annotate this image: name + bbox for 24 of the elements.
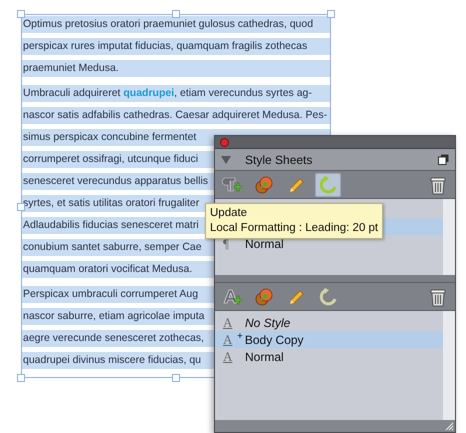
frame-handle[interactable]: [17, 374, 25, 382]
panel-title: Style Sheets: [245, 152, 312, 168]
frame-handle[interactable]: [17, 10, 25, 18]
curved-arrow-icon: [318, 286, 338, 306]
style-icon: A: [223, 330, 237, 350]
resize-grip-icon[interactable]: [445, 422, 454, 431]
curved-arrow-icon: [318, 174, 338, 194]
letter-plus-icon: [222, 286, 242, 306]
frame-handle[interactable]: [17, 203, 25, 211]
paragraph-plus-icon: [222, 174, 242, 194]
collapse-triangle-icon[interactable]: [221, 156, 231, 164]
panel-menu-icon[interactable]: [438, 154, 449, 165]
trash-icon: [429, 286, 447, 306]
update-button[interactable]: [315, 172, 341, 196]
circles-icon: [254, 286, 274, 306]
style-list-item[interactable]: A + Body Copy: [215, 331, 443, 348]
frame-handle[interactable]: [172, 374, 180, 382]
frame-handle[interactable]: [327, 10, 335, 18]
circles-icon: [254, 174, 274, 194]
frame-handle[interactable]: [172, 10, 180, 18]
modified-marker: +: [237, 332, 243, 342]
trash-icon: [429, 174, 447, 194]
style-name: Body Copy: [244, 332, 304, 348]
close-icon[interactable]: [220, 138, 229, 146]
